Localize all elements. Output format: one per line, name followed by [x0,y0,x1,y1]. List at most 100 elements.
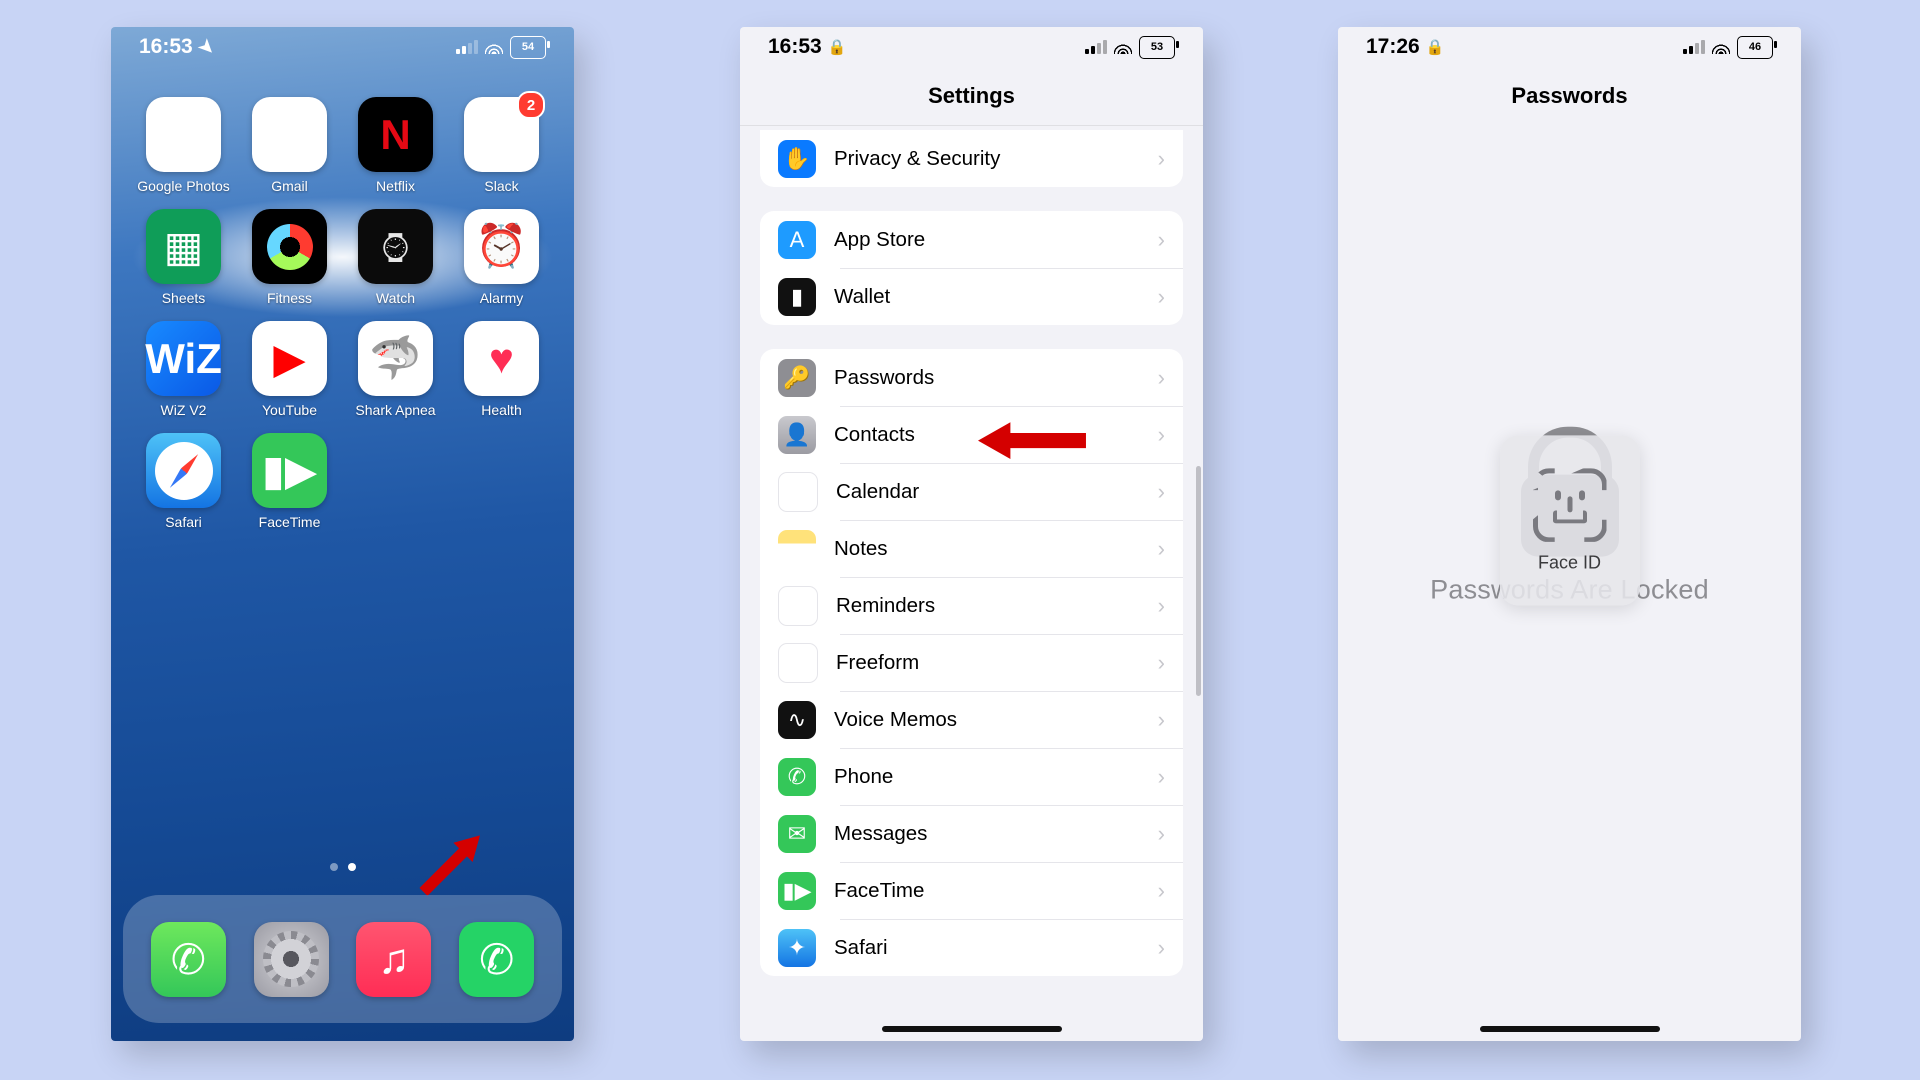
scrollbar[interactable] [1196,466,1201,696]
wifi-icon [1712,40,1730,54]
home-grid: ✦Google Photos ✉︎ Gmail N Netflix ✱2 Slack ▦She… [111,67,574,530]
app-shark-apnea[interactable]: 🦈 Shark Apnea [358,321,433,418]
app-sheets[interactable]: ▦Sheets [146,209,221,306]
faceid-icon [1533,468,1607,542]
status-bar: 16:53 ➤ 54 [111,27,574,67]
status-bar: 16:53 🔒 53 [740,27,1203,67]
app-slack[interactable]: ✱2 Slack [464,97,539,194]
nav-title: Passwords [1338,67,1801,125]
app-label: Health [481,402,521,418]
chevron-right-icon: › [1158,422,1165,448]
row-icon: ▮▶ [778,872,816,910]
status-bar: 17:26 🔒 46 [1338,27,1801,67]
row-label: Reminders [836,594,1140,618]
badge: 2 [517,91,545,119]
app-label: Shark Apnea [355,402,435,418]
settings-row-notes[interactable]: Notes› [760,520,1183,577]
settings-row-messages[interactable]: ✉︎ Messages › [760,805,1183,862]
page-indicator[interactable] [111,863,574,871]
settings-row-safari[interactable]: ✦Safari› [760,919,1183,976]
app-wiz-v2[interactable]: WiZWiZ V2 [146,321,221,418]
chevron-right-icon: › [1158,365,1165,391]
settings-row-freeform[interactable]: ✎Freeform› [760,634,1183,691]
row-icon: ▮ [778,278,816,316]
chevron-right-icon: › [1158,764,1165,790]
app-label: Alarmy [480,290,524,306]
app-alarmy[interactable]: ⏰Alarmy [464,209,539,306]
row-icon: ⋮ [778,586,818,626]
row-label: Safari [834,936,1140,960]
home-indicator[interactable] [882,1026,1062,1032]
location-icon: ➤ [194,34,220,60]
app-label: WiZ V2 [161,402,207,418]
app-label: Slack [484,178,518,194]
settings-group: 🔑Passwords›👤Contacts›▦Calendar›Notes›⋮Re… [760,349,1183,976]
app-icon: ▶ [252,321,327,396]
row-label: Notes [834,537,1140,561]
orientation-lock-icon: 🔒 [828,38,847,56]
app-icon: ✉︎ [252,97,327,172]
settings-row-privacy-security[interactable]: ✋Privacy & Security› [760,130,1183,187]
dock-app-whatsapp[interactable]: ✆ [459,922,534,997]
row-icon: ▦ [778,472,818,512]
row-icon: ✉︎ [778,815,816,853]
app-label: FaceTime [259,514,321,530]
row-icon: ∿ [778,701,816,739]
row-icon: ✋ [778,140,816,178]
annotation-arrow-icon [978,419,1086,457]
iphone-settings-screen: 16:53 🔒 53 Settings ✋Privacy & Security›… [740,27,1203,1041]
chevron-right-icon: › [1158,479,1165,505]
row-label: Messages [834,822,1140,846]
faceid-prompt[interactable]: Face ID [1500,435,1640,605]
dock-app-music[interactable]: ♫ [356,922,431,997]
app-netflix[interactable]: N Netflix [358,97,433,194]
app-facetime[interactable]: ▮▶ FaceTime [252,433,327,530]
row-icon: A [778,221,816,259]
app-watch[interactable]: ⌚︎Watch [358,209,433,306]
app-gmail[interactable]: ✉︎ Gmail [252,97,327,194]
settings-list[interactable]: ✋Privacy & Security›AApp Store›▮Wallet›🔑… [740,126,1203,1040]
app-fitness[interactable]: Fitness [252,209,327,306]
dock-app-phone[interactable]: ✆ [151,922,226,997]
settings-row-calendar[interactable]: ▦Calendar› [760,463,1183,520]
dock-app-settings[interactable] [254,922,329,997]
row-label: App Store [834,228,1140,252]
app-label: Netflix [376,178,415,194]
settings-row-reminders[interactable]: ⋮Reminders› [760,577,1183,634]
chevron-right-icon: › [1158,935,1165,961]
app-label: Gmail [271,178,308,194]
chevron-right-icon: › [1158,146,1165,172]
chevron-right-icon: › [1158,284,1165,310]
chevron-right-icon: › [1158,821,1165,847]
app-icon: N [358,97,433,172]
settings-row-voice-memos[interactable]: ∿Voice Memos› [760,691,1183,748]
row-icon: 🔑 [778,359,816,397]
battery-icon: 46 [1737,36,1773,59]
settings-row-phone[interactable]: ✆Phone› [760,748,1183,805]
home-indicator[interactable] [1480,1026,1660,1032]
app-icon: ▮▶ [252,433,327,508]
app-youtube[interactable]: ▶YouTube [252,321,327,418]
app-health[interactable]: ♥Health [464,321,539,418]
row-label: FaceTime [834,879,1140,903]
orientation-lock-icon: 🔒 [1426,38,1445,56]
app-google-photos[interactable]: ✦Google Photos [146,97,221,194]
app-icon [146,433,221,508]
iphone-passwords-locked-screen: 17:26 🔒 46 Passwords Passwords Are Locke… [1338,27,1801,1041]
settings-row-app-store[interactable]: AApp Store› [760,211,1183,268]
settings-row-wallet[interactable]: ▮Wallet› [760,268,1183,325]
settings-row-passwords[interactable]: 🔑Passwords› [760,349,1183,406]
app-label: Watch [376,290,415,306]
wifi-icon [1114,40,1132,54]
app-icon: ✱2 [464,97,539,172]
app-label: Safari [165,514,202,530]
app-icon: 🦈 [358,321,433,396]
chevron-right-icon: › [1158,650,1165,676]
row-icon: 👤 [778,416,816,454]
app-safari[interactable]: Safari [146,433,221,530]
settings-row-facetime[interactable]: ▮▶FaceTime› [760,862,1183,919]
nav-title: Settings [740,67,1203,126]
app-label: Fitness [267,290,312,306]
settings-row-contacts[interactable]: 👤Contacts› [760,406,1183,463]
wifi-icon [485,40,503,54]
